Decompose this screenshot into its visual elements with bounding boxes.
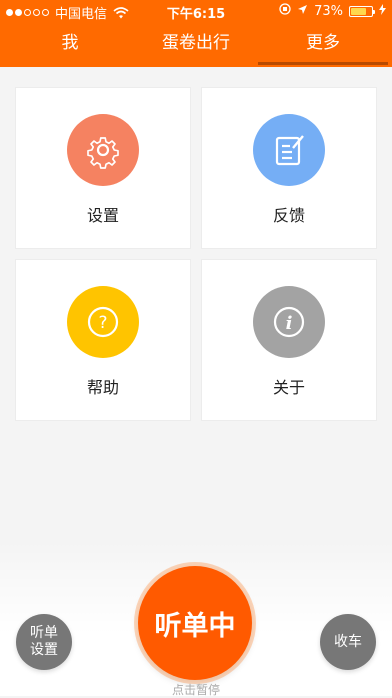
status-bar: 中国电信 下午6:15 73% xyxy=(0,0,392,22)
tab-bar: 我 蛋卷出行 更多 xyxy=(0,22,392,67)
menu-label-help: 帮助 xyxy=(86,378,119,397)
listening-orders-button[interactable]: 听单中 xyxy=(138,566,252,680)
charging-icon xyxy=(379,3,386,19)
svg-text:i: i xyxy=(286,313,293,334)
feedback-icon xyxy=(253,114,325,186)
order-settings-button[interactable]: 听单 设置 xyxy=(16,614,72,670)
menu-label-settings: 设置 xyxy=(86,206,119,225)
listening-orders-label: 听单中 xyxy=(154,610,236,642)
tab-me[interactable]: 我 xyxy=(0,22,140,67)
info-icon: i xyxy=(253,286,325,358)
order-settings-label-line1: 听单 xyxy=(30,625,58,641)
tab-selected-indicator xyxy=(258,62,388,65)
menu-card-settings[interactable]: 设置 xyxy=(16,88,190,248)
svg-text:?: ? xyxy=(98,313,107,333)
menu-card-about[interactable]: i 关于 xyxy=(202,260,376,420)
tab-more[interactable]: 更多 xyxy=(258,22,388,67)
stop-driving-button[interactable]: 收车 xyxy=(320,614,376,670)
tab-danjuan-ride[interactable]: 蛋卷出行 xyxy=(126,22,266,67)
order-settings-label-line2: 设置 xyxy=(30,642,58,658)
top-bar: 中国电信 下午6:15 73% 我 蛋卷出行 更多 xyxy=(0,0,392,67)
tab-more-label: 更多 xyxy=(306,33,340,53)
pause-hint: 点击暂停 xyxy=(171,683,220,697)
help-icon: ? xyxy=(67,286,139,358)
gear-icon xyxy=(67,114,139,186)
menu-label-about: 关于 xyxy=(272,378,305,397)
menu-card-feedback[interactable]: 反馈 xyxy=(202,88,376,248)
location-arrow-icon xyxy=(297,4,308,19)
menu-card-help[interactable]: ? 帮助 xyxy=(16,260,190,420)
rotation-lock-icon xyxy=(279,3,291,19)
menu-label-feedback: 反馈 xyxy=(272,206,305,225)
battery-icon xyxy=(349,5,375,17)
stop-driving-label: 收车 xyxy=(334,633,362,650)
battery-percent: 73% xyxy=(314,3,343,19)
